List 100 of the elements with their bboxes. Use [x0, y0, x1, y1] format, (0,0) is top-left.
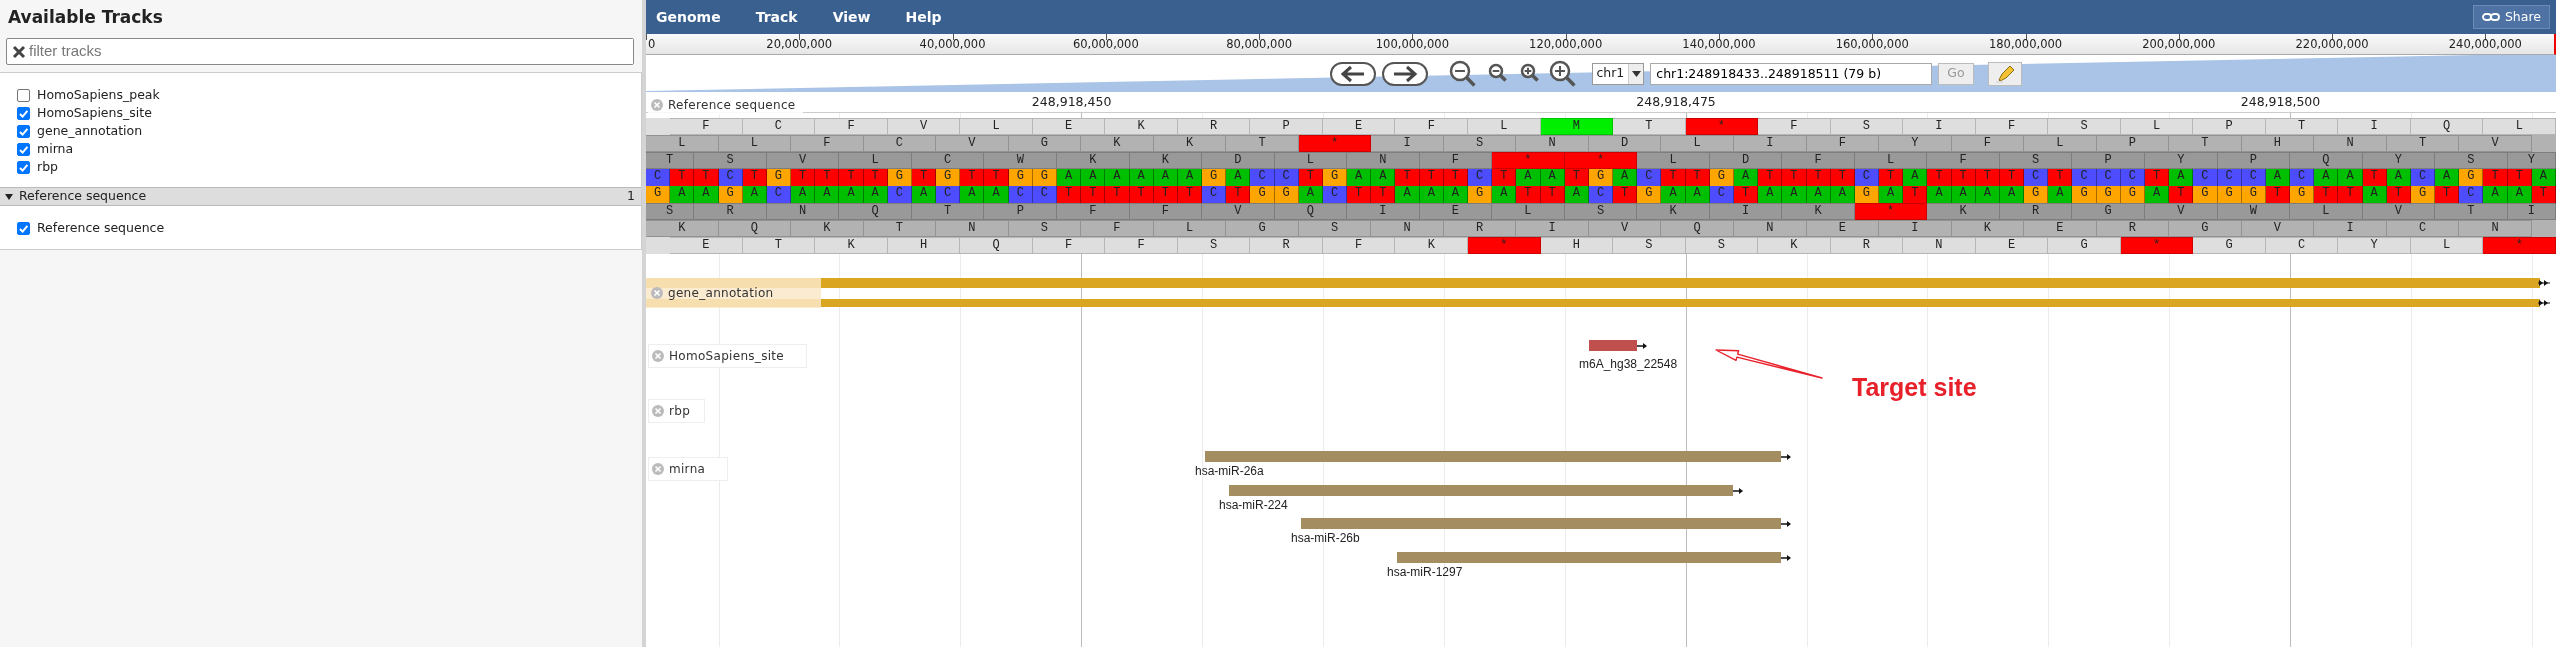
amino-acid-cell: K	[1758, 237, 1831, 254]
chromosome-select[interactable]: chr1	[1592, 62, 1645, 85]
location-field[interactable]: chr1:248918433..248918511 (79 b)	[1650, 62, 1933, 85]
tick-label: 140,000,000	[1682, 36, 1756, 53]
amino-acid-cell: K	[791, 220, 864, 237]
nucleotide-cell: T	[791, 169, 816, 186]
amino-acid-cell: K	[1782, 203, 1855, 220]
amino-acid-cell: I	[1371, 135, 1444, 152]
feature-label: m6A_hg38_22548	[1579, 356, 1678, 373]
nucleotide-cell: A	[1879, 186, 1904, 203]
amino-acid-cell: V	[2241, 220, 2315, 237]
checkbox[interactable]	[17, 160, 30, 174]
amino-acid-cell: G	[2048, 237, 2121, 254]
amino-acid-cell: E	[1806, 220, 1880, 237]
dropdown-caret-icon	[1631, 70, 1641, 77]
checkbox[interactable]	[17, 106, 30, 120]
nucleotide-cell: T	[1806, 169, 1831, 186]
track-label[interactable]: gene_annotation	[37, 121, 143, 141]
tick-label: 248,918,450	[1031, 93, 1112, 111]
strand-arrow-icon	[1637, 342, 1647, 350]
checkbox[interactable]	[17, 88, 30, 102]
nucleotide-cell: C	[1468, 169, 1493, 186]
expand-caret-icon[interactable]	[4, 191, 14, 202]
amino-acid-cell: G	[1008, 135, 1082, 152]
nucleotide-cell: T	[1395, 169, 1420, 186]
nucleotide-cell: C	[1202, 186, 1227, 203]
clear-icon[interactable]	[11, 43, 27, 60]
amino-acid-cell: I	[2314, 220, 2387, 237]
nucleotide-cell: C	[1709, 186, 1734, 203]
amino-acid-cell: T	[742, 237, 816, 254]
menu-item[interactable]: Track	[755, 6, 812, 28]
nucleotide-cell: A	[1226, 169, 1251, 186]
nucleotide-cell: A	[1975, 186, 2000, 203]
nucleotide-cell: G	[2459, 169, 2484, 186]
amino-acid-cell: Q	[2410, 118, 2484, 135]
link-icon	[2481, 12, 2500, 22]
nucleotide-cell: C	[1250, 169, 1275, 186]
nucleotide-cell: T	[1758, 169, 1783, 186]
amino-acid-cell: V	[936, 135, 1009, 152]
checkbox[interactable]	[17, 124, 30, 138]
amino-acid-cell: E	[1032, 118, 1106, 135]
highlight-button[interactable]	[1987, 61, 2022, 86]
nucleotide-cell: T	[2531, 186, 2556, 203]
amino-acid-cell: V	[887, 118, 961, 135]
nucleotide-cell: G	[1322, 169, 1348, 186]
share-button[interactable]: Share	[2472, 5, 2550, 29]
menu-item[interactable]: Help	[905, 6, 956, 28]
tick-label: 240,000,000	[2448, 36, 2522, 53]
amino-acid-cell: N	[1903, 237, 1976, 254]
menu-item[interactable]: Genome	[656, 6, 735, 28]
amino-acid-cell: H	[1540, 237, 1614, 254]
nucleotide-cell: A	[2048, 186, 2073, 203]
amino-acid-cell: K	[1057, 152, 1130, 169]
track-label[interactable]: Reference sequence	[37, 218, 165, 238]
nucleotide-cell: A	[1153, 169, 1178, 186]
nucleotide-cell: A	[742, 186, 767, 203]
annotation-text: Target site	[1852, 372, 1977, 403]
tick-label: 40,000,000	[919, 36, 986, 53]
nucleotide-cell: T	[742, 169, 767, 186]
nucleotide-cell: T	[1903, 186, 1928, 203]
tick-label: 80,000,000	[1226, 36, 1293, 53]
amino-acid-cell: T	[2386, 135, 2460, 152]
nucleotide-cell: A	[1371, 169, 1396, 186]
nucleotide-cell: A	[2386, 169, 2411, 186]
track-label[interactable]: HomoSapiens_site	[37, 103, 152, 123]
nucleotide-cell: T	[1540, 186, 1565, 203]
nucleotide-cell: C	[646, 169, 671, 186]
amino-acid-cell: I	[1709, 203, 1783, 220]
nucleotide-cell: T	[1661, 169, 1686, 186]
category-label[interactable]: Reference sequence	[19, 187, 147, 206]
track-label[interactable]: HomoSapiens_peak	[37, 85, 160, 105]
overview-ruler[interactable]: 0 20,000,000 40,000,000 60,000,000 80,000,000 100,000,000 120,000,000 140,000,000 160,000,000 180,000,000 200,000,000 220,000,000 240,000,000	[646, 34, 2556, 55]
nucleotide-cell: A	[863, 186, 888, 203]
nucleotide-cell: T	[1951, 169, 1976, 186]
nucleotide-cell: T	[1057, 186, 1082, 203]
track-label[interactable]: mirna	[37, 139, 74, 159]
nucleotide-cell: T	[1927, 169, 1952, 186]
track-label[interactable]: rbp	[37, 157, 58, 177]
filter-field[interactable]: filter tracks	[6, 38, 634, 65]
checkbox[interactable]	[17, 221, 30, 235]
track-label[interactable]: Reference sequence	[668, 96, 796, 114]
nucleotide-cell: C	[2024, 169, 2049, 186]
nucleotide-cell: G	[2193, 186, 2218, 203]
menu-item[interactable]: View	[832, 6, 885, 28]
nucleotide-cell: C	[766, 186, 792, 203]
nucleotide-cell: C	[1322, 186, 1348, 203]
nucleotide-cell: G	[766, 169, 792, 186]
nucleotide-cell: C	[1008, 186, 1033, 203]
amino-acid-cell: S	[694, 152, 767, 169]
amino-acid-cell: F	[1129, 203, 1203, 220]
nucleotide-cell: A	[911, 186, 937, 203]
amino-acid-cell: V	[2145, 203, 2218, 220]
amino-acid-cell: *	[1854, 203, 1928, 220]
nucleotide-cell: A	[2314, 169, 2339, 186]
nucleotide-cell: T	[2338, 186, 2363, 203]
amino-acid-cell: M	[1540, 118, 1614, 135]
nucleotide-cell: T	[1419, 169, 1444, 186]
checkbox[interactable]	[17, 142, 30, 156]
amino-acid-cell: F	[1975, 118, 2049, 135]
nucleotide-cell: G	[1468, 186, 1493, 203]
